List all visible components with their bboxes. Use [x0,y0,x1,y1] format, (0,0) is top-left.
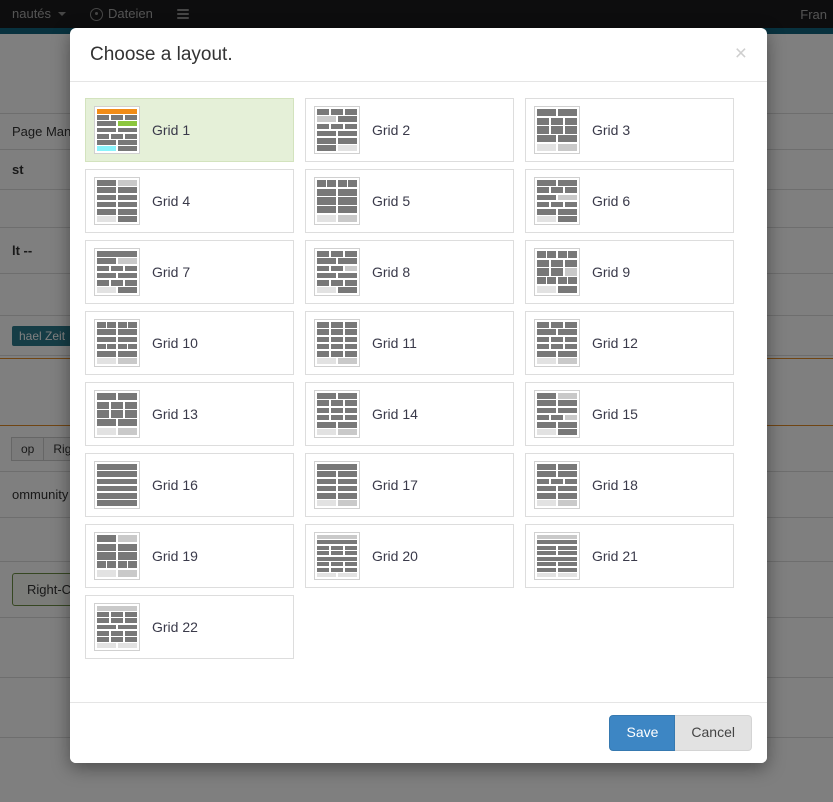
layout-option-14[interactable]: Grid 14 [305,382,514,446]
layout-thumbnail-icon [314,106,360,154]
layout-thumbnail-icon [94,603,140,651]
layout-option-22[interactable]: Grid 22 [85,595,294,659]
layout-thumbnail-icon [314,390,360,438]
layout-option-label: Grid 9 [592,264,630,280]
layout-thumbnail-icon [94,532,140,580]
layout-option-label: Grid 2 [372,122,410,138]
layout-thumbnail-icon [94,390,140,438]
page-title: Choose a layout. [90,44,233,66]
layout-option-label: Grid 8 [372,264,410,280]
layout-thumbnail-icon [314,461,360,509]
layout-option-label: Grid 1 [152,122,190,138]
layout-thumbnail-icon [534,106,580,154]
layout-thumbnail-icon [94,461,140,509]
layout-option-10[interactable]: Grid 10 [85,311,294,375]
layout-option-5[interactable]: Grid 5 [305,169,514,233]
layout-option-label: Grid 16 [152,477,198,493]
layout-option-17[interactable]: Grid 17 [305,453,514,517]
layout-option-label: Grid 14 [372,406,418,422]
layout-thumbnail-icon [94,319,140,367]
layout-option-label: Grid 18 [592,477,638,493]
layout-option-15[interactable]: Grid 15 [525,382,734,446]
layout-option-label: Grid 21 [592,548,638,564]
choose-layout-modal: Choose a layout. × Grid 1Grid 2Grid 3Gri… [70,28,767,763]
layout-thumbnail-icon [534,532,580,580]
layout-thumbnail-icon [314,177,360,225]
layout-option-label: Grid 10 [152,335,198,351]
layout-option-label: Grid 17 [372,477,418,493]
layout-option-21[interactable]: Grid 21 [525,524,734,588]
close-icon[interactable]: × [731,41,751,66]
layout-thumbnail-icon [94,177,140,225]
modal-footer: Save Cancel [70,702,767,763]
layout-option-label: Grid 6 [592,193,630,209]
layout-option-label: Grid 19 [152,548,198,564]
layout-option-3[interactable]: Grid 3 [525,98,734,162]
layout-thumbnail-icon [534,461,580,509]
footer-button-group: Save Cancel [609,715,752,751]
layout-option-2[interactable]: Grid 2 [305,98,514,162]
layout-thumbnail-icon [314,248,360,296]
layout-option-9[interactable]: Grid 9 [525,240,734,304]
layout-options-grid: Grid 1 Grid 2 Grid 3 Grid 4 Grid 5 Grid 6 Grid… [85,98,752,666]
layout-option-6[interactable]: Grid 6 [525,169,734,233]
layout-option-20[interactable]: Grid 20 [305,524,514,588]
layout-thumbnail-icon [534,319,580,367]
modal-header: Choose a layout. × [70,28,767,82]
layout-option-4[interactable]: Grid 4 [85,169,294,233]
layout-option-1[interactable]: Grid 1 [85,98,294,162]
layout-thumbnail-icon [94,106,140,154]
layout-thumbnail-icon [534,177,580,225]
layout-thumbnail-icon [314,532,360,580]
layout-option-label: Grid 22 [152,619,198,635]
save-button[interactable]: Save [609,715,675,751]
modal-body: Grid 1 Grid 2 Grid 3 Grid 4 Grid 5 Grid 6 Grid… [70,82,767,702]
page-root: Page Manag st lt -- hael Zeit ✖ op Right… [0,0,833,802]
cancel-button[interactable]: Cancel [675,715,752,751]
layout-option-label: Grid 12 [592,335,638,351]
layout-option-11[interactable]: Grid 11 [305,311,514,375]
layout-option-label: Grid 13 [152,406,198,422]
layout-thumbnail-icon [314,319,360,367]
layout-option-label: Grid 7 [152,264,190,280]
layout-option-19[interactable]: Grid 19 [85,524,294,588]
layout-option-label: Grid 15 [592,406,638,422]
layout-option-16[interactable]: Grid 16 [85,453,294,517]
layout-option-18[interactable]: Grid 18 [525,453,734,517]
layout-option-label: Grid 3 [592,122,630,138]
layout-option-13[interactable]: Grid 13 [85,382,294,446]
layout-option-8[interactable]: Grid 8 [305,240,514,304]
layout-option-label: Grid 4 [152,193,190,209]
layout-thumbnail-icon [94,248,140,296]
layout-option-7[interactable]: Grid 7 [85,240,294,304]
layout-option-label: Grid 5 [372,193,410,209]
layout-option-label: Grid 11 [372,335,417,351]
layout-option-label: Grid 20 [372,548,418,564]
layout-thumbnail-icon [534,248,580,296]
layout-option-12[interactable]: Grid 12 [525,311,734,375]
layout-thumbnail-icon [534,390,580,438]
